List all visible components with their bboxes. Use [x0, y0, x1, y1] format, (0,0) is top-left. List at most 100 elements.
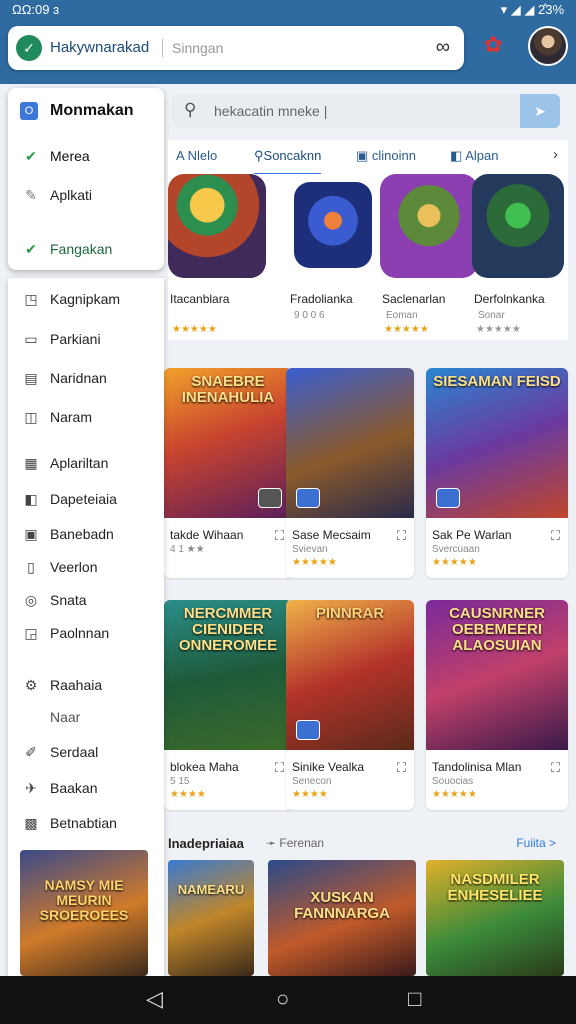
game-title: Tandolinisa Mlan: [432, 760, 522, 774]
cover-art-text: CAUSNRNER OEBEMEERI ALAOSUIAN: [449, 605, 545, 654]
game-card[interactable]: SIESAMAN FEISD Sak Pe Warlan Svercuaan ★…: [426, 368, 568, 578]
game-cover-image[interactable]: NASDMILER ENHESELIEE: [426, 860, 564, 976]
app-icon-image: [380, 174, 478, 278]
menu-item-paolnnan[interactable]: ◲ Paolnnan: [22, 625, 109, 642]
game-card[interactable]: SNAEBRE INENAHULIA takde Wihaan 4 1 ★★ ⛶: [164, 368, 292, 578]
menu-item-naar[interactable]: Naar: [22, 709, 80, 725]
settings-icon: ⚙: [24, 677, 38, 693]
cover-art-text: XUSKAN FANNNARGA: [294, 889, 390, 922]
search-input[interactable]: hekacatin mneke |: [214, 103, 327, 119]
cover-art-text: NERCMMER CIENIDER ONNEROMEE: [178, 605, 278, 654]
chevron-right-icon[interactable]: ›: [553, 146, 558, 163]
section-title: lnadepriaiaa: [168, 836, 244, 851]
search-placeholder[interactable]: Sinngan: [172, 40, 223, 56]
drawer-item-merea[interactable]: ✔ Merea: [22, 148, 90, 165]
game-subtitle: Svievan: [292, 544, 328, 555]
game-cover-image[interactable]: NAMEARU: [168, 860, 254, 976]
back-icon[interactable]: ◁: [146, 986, 163, 1012]
menu-item-betnabtian[interactable]: ▩ Betnabtian: [22, 815, 117, 832]
menu-item-parkiani[interactable]: ▭ Parkiani: [22, 331, 101, 348]
menu-item-serdaal[interactable]: ✐ Serdaal: [22, 744, 98, 761]
game-cover-image: NERCMMER CIENIDER ONNEROMEE: [164, 600, 292, 750]
share-icon[interactable]: ⛶: [551, 528, 560, 544]
game-card[interactable]: CAUSNRNER OEBEMEERI ALAOSUIAN Tandolinis…: [426, 600, 568, 810]
pen-icon: ✐: [25, 744, 37, 760]
promo-banner[interactable]: NAMSY MIE MEURIN SROEROEES: [20, 850, 148, 976]
glasses-icon[interactable]: ∞: [436, 36, 450, 59]
menu-item-kagnipkam[interactable]: ◳ Kagnipkam: [22, 291, 120, 308]
tab-nlelo[interactable]: A Nlelo: [176, 148, 217, 163]
game-card[interactable]: Sase Mecsaim Svievan ★★★★★ ⛶: [286, 368, 414, 578]
menu-item-label: Baakan: [50, 780, 98, 796]
menu-item-snata[interactable]: ◎ Snata: [22, 592, 87, 609]
rating-stars: ★★★★★: [432, 557, 477, 568]
recent-apps-icon[interactable]: □: [408, 986, 421, 1012]
share-icon[interactable]: ⛶: [397, 760, 406, 776]
drawer-item-label: Merea: [50, 148, 90, 164]
game-card[interactable]: NERCMMER CIENIDER ONNEROMEE blokea Maha …: [164, 600, 292, 810]
tab-alpan[interactable]: ◧ Alpan: [450, 148, 498, 164]
menu-item-naram[interactable]: ◫ Naram: [22, 409, 92, 426]
menu-item-raahaia[interactable]: ⚙ Raahaia: [22, 677, 102, 694]
game-cover-image[interactable]: XUSKAN FANNNARGA: [268, 860, 416, 976]
window-icon: ◳: [24, 291, 38, 307]
menu-item-label: Parkiani: [50, 331, 101, 347]
menu-item-label: Paolnnan: [50, 625, 110, 641]
app-icon-image: [168, 174, 266, 278]
share-icon[interactable]: ⛶: [275, 760, 284, 776]
menu-item-banebadn[interactable]: ▣ Banebadn: [22, 526, 113, 543]
account-drawer: O Monmakan ✔ Merea ✎ Aplkati ✔ Fangakan: [8, 88, 164, 270]
menu-item-label: Aplariltan: [50, 455, 109, 471]
cover-art-text: PINNRAR: [315, 605, 385, 622]
drawer-title: Monmakan: [50, 102, 134, 119]
share-icon[interactable]: ⛶: [397, 528, 406, 544]
tab-soncaknn[interactable]: ⚲Soncaknn: [254, 148, 322, 176]
divider: [162, 39, 163, 57]
section-subtitle[interactable]: ➛ Ferenan: [266, 836, 324, 850]
menu-item-label: Naram: [50, 409, 93, 425]
tab-label: Nlelo: [187, 148, 218, 163]
search-go-button[interactable]: ➤: [520, 94, 560, 128]
rectangle-icon: ▭: [24, 331, 38, 347]
game-title: takde Wihaan: [170, 528, 244, 542]
app-search-bar[interactable]: ✓ Hakywnarakad Sinngan ∞: [8, 26, 464, 70]
rating-stars: ★★★★★: [292, 557, 337, 568]
search-icon[interactable]: ⚲: [184, 100, 196, 120]
badge-icon: [258, 488, 282, 508]
game-card[interactable]: PINNRAR Sinike Vealka Senecon ★★★★ ⛶: [286, 600, 414, 810]
game-grid-row: NERCMMER CIENIDER ONNEROMEE blokea Maha …: [164, 600, 568, 814]
menu-item-naridnan[interactable]: ▤ Naridnan: [22, 370, 107, 387]
app-title: Hakywnarakad: [50, 39, 150, 56]
menu-item-veerlon[interactable]: ▯ Veerlon: [22, 559, 97, 576]
home-icon[interactable]: ○: [276, 986, 289, 1012]
game-subtitle: Svercuaan: [432, 544, 480, 555]
game-subtitle: 5 15: [170, 776, 190, 787]
game-cover-image: SNAEBRE INENAHULIA: [164, 368, 292, 518]
app-logo-icon[interactable]: ✓: [16, 35, 42, 61]
menu-item-aplariltan[interactable]: ▦ Aplariltan: [22, 455, 108, 472]
share-icon[interactable]: ⛶: [551, 760, 560, 776]
square-icon: ▣: [24, 526, 38, 542]
share-icon[interactable]: ⛶: [275, 528, 284, 544]
see-more-link[interactable]: Fuiita >: [516, 836, 556, 850]
app-title: Itacanblara: [170, 292, 230, 306]
avatar[interactable]: [528, 26, 568, 66]
drawer-item-fangakan[interactable]: ✔ Fangakan: [22, 241, 112, 258]
store-search-bar[interactable]: ⚲ hekacatin mneke | ➤: [172, 94, 560, 128]
tab-label: Soncaknn: [263, 148, 322, 163]
tab-label: Alpan: [465, 148, 499, 163]
panel-icon: ◫: [24, 409, 38, 425]
menu-item-dapeteiaia[interactable]: ◧ Dapeteiaia: [22, 491, 117, 508]
drawer-item-aplkati[interactable]: ✎ Aplkati: [22, 187, 92, 204]
check-icon: ✔: [25, 241, 37, 257]
rose-icon[interactable]: ✿: [484, 32, 502, 58]
tab-label: clinoinn: [371, 148, 416, 163]
app-subtitle: Eoman: [386, 310, 418, 321]
menu-item-baakan[interactable]: ✈ Baakan: [22, 780, 97, 797]
status-time: ΩΩ:09 ɜ: [12, 2, 60, 17]
menu-item-label: Veerlon: [50, 559, 98, 575]
menu-item-label: Betnabtian: [50, 815, 117, 831]
cover-art-text: SNAEBRE INENAHULIA: [181, 373, 275, 406]
tab-clinoinn[interactable]: ▣ clinoinn: [356, 148, 416, 164]
menu-item-label: Naridnan: [50, 370, 107, 386]
